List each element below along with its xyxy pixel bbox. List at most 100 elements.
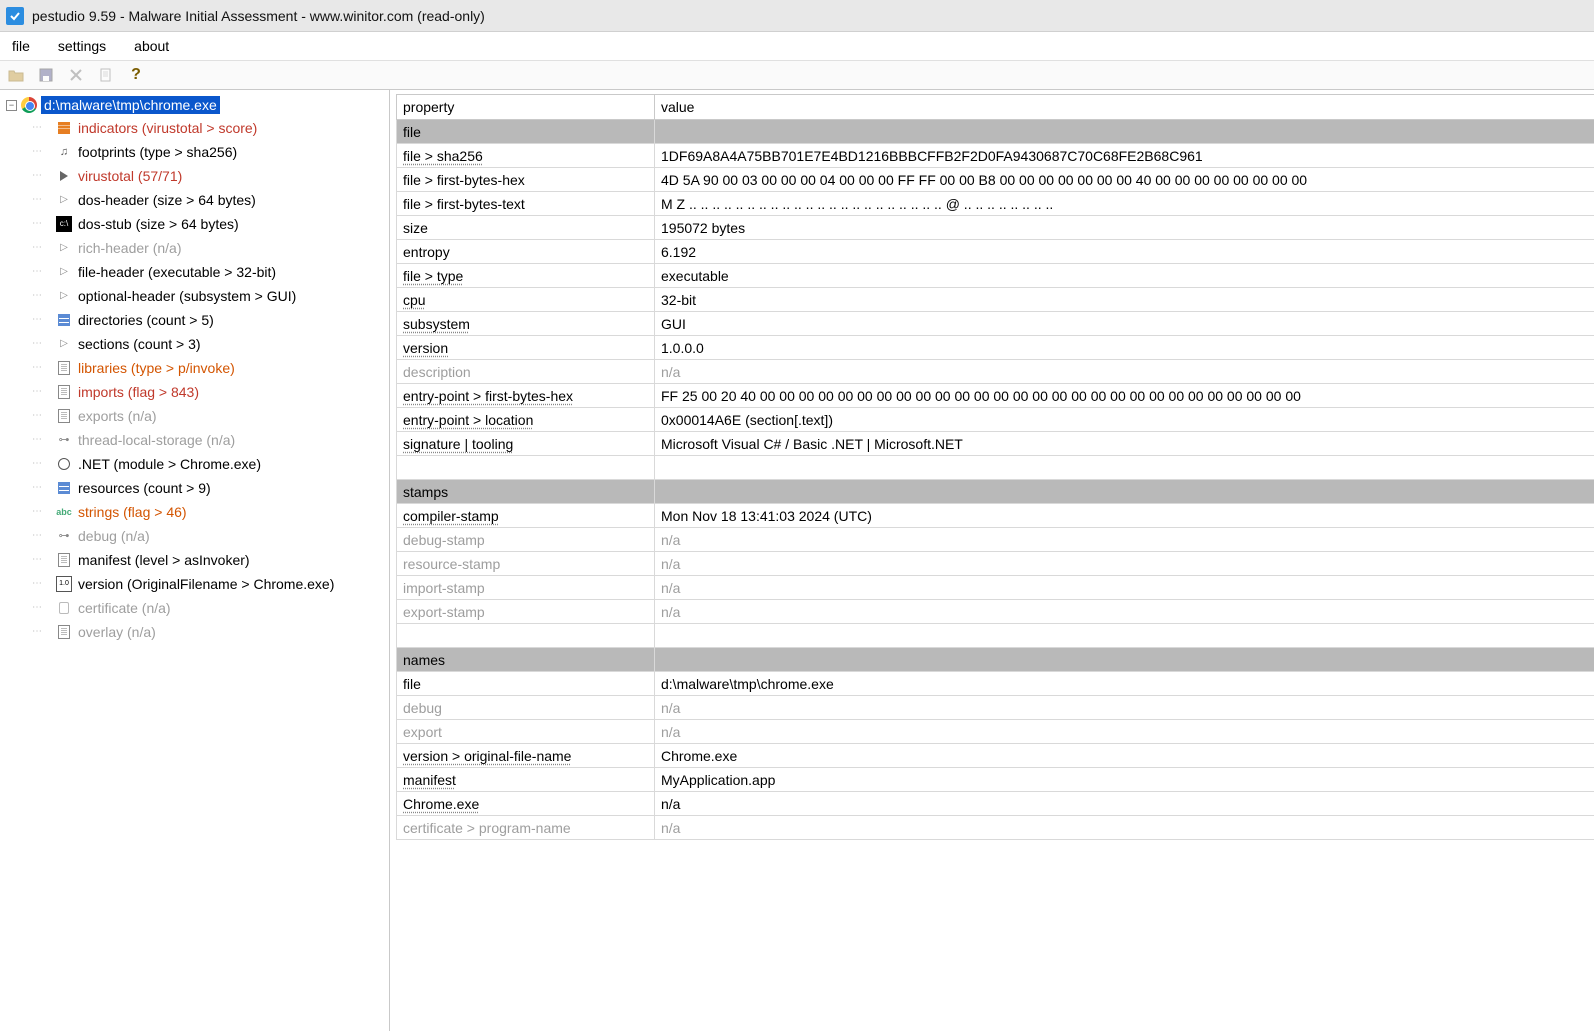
tree-connector: ⋯ <box>32 141 50 163</box>
tree-root-row[interactable]: − d:\malware\tmp\chrome.exe <box>6 96 387 114</box>
property-value: 0x00014A6E (section[.text]) <box>655 408 1594 432</box>
property-name: file > type <box>403 268 463 284</box>
tree-item-label: indicators (virustotal > score) <box>78 117 257 139</box>
tree-panel: − d:\malware\tmp\chrome.exe ⋯ indicators … <box>0 90 390 1031</box>
property-row[interactable]: import-stampn/a <box>397 576 1594 600</box>
property-value: 1.0.0.0 <box>655 336 1594 360</box>
tree-item[interactable]: ⋯▷sections (count > 3) <box>32 332 387 356</box>
tree-item[interactable]: ⋯exports (n/a) <box>32 404 387 428</box>
property-row[interactable]: subsystemGUI <box>397 312 1594 336</box>
property-row[interactable]: file > sha2561DF69A8A4A75BB701E7E4BD1216… <box>397 144 1594 168</box>
tree-item[interactable]: ⋯⊶thread-local-storage (n/a) <box>32 428 387 452</box>
ic-play-icon: ▷ <box>56 336 72 352</box>
property-row[interactable]: manifestMyApplication.app <box>397 768 1594 792</box>
tree-item[interactable]: ⋯▷optional-header (subsystem > GUI) <box>32 284 387 308</box>
property-value: n/a <box>655 528 1594 552</box>
property-row[interactable]: Chrome.exen/a <box>397 792 1594 816</box>
help-icon[interactable]: ? <box>126 65 146 85</box>
menu-about[interactable]: about <box>128 36 175 56</box>
property-name: import-stamp <box>403 580 485 596</box>
property-value: n/a <box>655 720 1594 744</box>
property-row[interactable]: version > original-file-nameChrome.exe <box>397 744 1594 768</box>
property-row[interactable]: debugn/a <box>397 696 1594 720</box>
property-name: export <box>403 724 442 740</box>
tree-item[interactable]: ⋯ indicators (virustotal > score) <box>32 116 387 140</box>
copy-icon[interactable] <box>96 65 116 85</box>
titlebar: pestudio 9.59 - Malware Initial Assessme… <box>0 0 1594 32</box>
tree-item[interactable]: ⋯♫footprints (type > sha256) <box>32 140 387 164</box>
tree-item-label: certificate (n/a) <box>78 597 171 619</box>
property-row[interactable]: export n/a <box>397 720 1594 744</box>
tree-item[interactable]: ⋯⊶debug (n/a) <box>32 524 387 548</box>
tree-item[interactable]: ⋯imports (flag > 843) <box>32 380 387 404</box>
save-icon[interactable] <box>36 65 56 85</box>
property-row[interactable]: descriptionn/a <box>397 360 1594 384</box>
property-name: cpu <box>403 292 426 308</box>
menu-file[interactable]: file <box>6 36 36 56</box>
property-row[interactable]: entropy6.192 <box>397 240 1594 264</box>
property-name: signature | tooling <box>403 436 513 452</box>
header-property[interactable]: property <box>397 95 655 120</box>
tree-item[interactable]: ⋯resources (count > 9) <box>32 476 387 500</box>
header-value[interactable]: value <box>655 95 1594 120</box>
ic-doc-icon <box>56 360 72 376</box>
property-name: debug-stamp <box>403 532 485 548</box>
tree-item[interactable]: ⋯▷file-header (executable > 32-bit) <box>32 260 387 284</box>
tree-connector: ⋯ <box>32 405 50 427</box>
ic-arrow-icon <box>56 168 72 184</box>
tree-item[interactable]: ⋯virustotal (57/71) <box>32 164 387 188</box>
property-row[interactable]: size195072 bytes <box>397 216 1594 240</box>
ic-grid-icon <box>56 312 72 328</box>
property-row[interactable]: signature | toolingMicrosoft Visual C# /… <box>397 432 1594 456</box>
tree-item[interactable]: ⋯manifest (level > asInvoker) <box>32 548 387 572</box>
tree-item-label: file-header (executable > 32-bit) <box>78 261 276 283</box>
property-name: compiler-stamp <box>403 508 499 524</box>
tree-connector: ⋯ <box>32 117 50 139</box>
tree-item[interactable]: ⋯certificate (n/a) <box>32 596 387 620</box>
tree-item[interactable]: ⋯c:\dos-stub (size > 64 bytes) <box>32 212 387 236</box>
tree-item[interactable]: ⋯▷rich-header (n/a) <box>32 236 387 260</box>
property-row[interactable]: compiler-stampMon Nov 18 13:41:03 2024 (… <box>397 504 1594 528</box>
tree-item-label: strings (flag > 46) <box>78 501 187 523</box>
tree-item-label: version (OriginalFilename > Chrome.exe) <box>78 573 334 595</box>
tree-item[interactable]: ⋯abcstrings (flag > 46) <box>32 500 387 524</box>
property-row[interactable]: debug-stamp n/a <box>397 528 1594 552</box>
property-row[interactable]: certificate > program-namen/a <box>397 816 1594 840</box>
properties-table: property value filefile > sha2561DF69A8A… <box>396 94 1594 840</box>
property-name: file > sha256 <box>403 148 483 164</box>
property-row[interactable]: export-stampn/a <box>397 600 1594 624</box>
tree-item-label: overlay (n/a) <box>78 621 156 643</box>
property-row[interactable]: version1.0.0.0 <box>397 336 1594 360</box>
property-value: n/a <box>655 552 1594 576</box>
tree-item[interactable]: ⋯overlay (n/a) <box>32 620 387 644</box>
property-row[interactable]: file > first-bytes-textM Z .. .. .. .. .… <box>397 192 1594 216</box>
property-row[interactable]: cpu32-bit <box>397 288 1594 312</box>
menu-settings[interactable]: settings <box>52 36 112 56</box>
property-name: file > first-bytes-text <box>403 196 525 212</box>
property-row[interactable]: resource-stampn/a <box>397 552 1594 576</box>
property-row[interactable]: entry-point > location0x00014A6E (sectio… <box>397 408 1594 432</box>
property-row[interactable]: file > first-bytes-hex4D 5A 90 00 03 00 … <box>397 168 1594 192</box>
tree-item[interactable]: ⋯directories (count > 5) <box>32 308 387 332</box>
property-name: subsystem <box>403 316 470 332</box>
section-header-row: file <box>397 120 1594 144</box>
property-name: debug <box>403 700 442 716</box>
property-row[interactable]: entry-point > first-bytes-hexFF 25 00 20… <box>397 384 1594 408</box>
tree-item-label: dos-header (size > 64 bytes) <box>78 189 256 211</box>
ic-doc-icon <box>56 408 72 424</box>
tree-root-label[interactable]: d:\malware\tmp\chrome.exe <box>41 96 220 114</box>
tree-connector: ⋯ <box>32 453 50 475</box>
property-value: 4D 5A 90 00 03 00 00 00 04 00 00 00 FF F… <box>655 168 1594 192</box>
tree-item[interactable]: ⋯.NET (module > Chrome.exe) <box>32 452 387 476</box>
property-row[interactable]: file > typeexecutable <box>397 264 1594 288</box>
property-name: manifest <box>403 772 456 788</box>
open-icon[interactable] <box>6 65 26 85</box>
property-row[interactable]: filed:\malware\tmp\chrome.exe <box>397 672 1594 696</box>
tree-item[interactable]: ⋯libraries (type > p/invoke) <box>32 356 387 380</box>
ic-dos-icon: c:\ <box>56 216 72 232</box>
collapse-icon[interactable]: − <box>6 100 17 111</box>
ic-foot-icon: ♫ <box>56 144 72 160</box>
tree-item[interactable]: ⋯1.0version (OriginalFilename > Chrome.e… <box>32 572 387 596</box>
tree-item[interactable]: ⋯▷dos-header (size > 64 bytes) <box>32 188 387 212</box>
close-file-icon[interactable] <box>66 65 86 85</box>
